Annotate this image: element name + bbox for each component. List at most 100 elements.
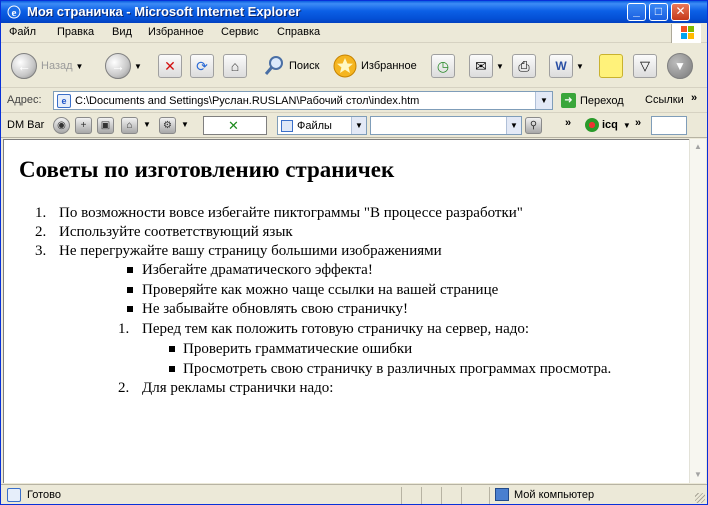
menu-edit[interactable]: Правка: [57, 26, 94, 38]
menu-help[interactable]: Справка: [277, 26, 320, 38]
bullet-icon: [169, 346, 175, 352]
forward-button[interactable]: → ▼: [105, 50, 142, 82]
address-url[interactable]: C:\Documents and Settings\Руслан.RUSLAN\…: [75, 95, 419, 107]
files-window-icon: [281, 120, 293, 132]
add-icon[interactable]: +: [75, 117, 92, 134]
notes-button[interactable]: [599, 50, 623, 82]
files-select-value: Файлы: [297, 120, 332, 132]
list-item: Используйте соответствующий язык: [59, 224, 293, 240]
globe-icon[interactable]: ◉: [53, 117, 70, 134]
resize-grip-icon[interactable]: [695, 493, 705, 503]
menu-tools[interactable]: Сервис: [221, 26, 259, 38]
icq-chevron-icon[interactable]: »: [635, 117, 641, 129]
icq-button[interactable]: icq ▼: [585, 118, 631, 132]
address-dropdown-icon[interactable]: ▼: [535, 92, 552, 109]
menu-favorites[interactable]: Избранное: [148, 26, 204, 38]
ol2-number-1: 1.: [118, 321, 130, 337]
status-divider: [489, 487, 490, 504]
stop-icon: ✕: [158, 54, 182, 78]
forward-dropdown-icon[interactable]: ▼: [134, 62, 142, 71]
ie-logo-icon: e: [7, 5, 21, 19]
links-button[interactable]: Ссылки: [645, 94, 684, 106]
favorites-button[interactable]: Избранное: [333, 50, 417, 82]
mail-dropdown-icon[interactable]: ▼: [496, 62, 504, 71]
close-button[interactable]: ✕: [671, 3, 690, 21]
ol-number-2: 2.: [35, 224, 47, 240]
search-label: Поиск: [289, 60, 320, 72]
dm-bar-label: DM Bar: [7, 119, 45, 131]
scroll-up-icon[interactable]: ▲: [690, 139, 706, 155]
favorites-label: Избранное: [361, 60, 417, 72]
minimize-button[interactable]: _: [627, 3, 646, 21]
scroll-down-icon[interactable]: ▼: [690, 467, 706, 483]
status-divider: [401, 487, 402, 504]
search-button[interactable]: Поиск: [263, 50, 319, 82]
title-bar: e Моя страничка - Microsoft Internet Exp…: [1, 1, 707, 23]
dm-dropdown-icon[interactable]: ▼: [143, 120, 151, 129]
back-button[interactable]: ← Назад ▼: [11, 50, 83, 82]
filter-button[interactable]: ▽: [633, 50, 657, 82]
search-icon: [264, 56, 283, 75]
home-icon: ⌂: [223, 54, 247, 78]
address-label: Адрес:: [7, 94, 42, 106]
search-dropdown-icon[interactable]: ▼: [506, 117, 521, 134]
dm-search-select[interactable]: ▼: [370, 116, 522, 135]
history-button[interactable]: ◷: [431, 50, 455, 82]
tools-icon[interactable]: ⚙: [159, 117, 176, 134]
home-button[interactable]: ⌂: [223, 50, 247, 82]
magnifier-icon[interactable]: ⚲: [525, 117, 542, 134]
links-chevron-icon[interactable]: »: [691, 92, 697, 104]
print-icon: ⎙: [512, 54, 536, 78]
shield-icon: ▼: [667, 53, 693, 79]
dm-toolbar: DM Bar ◉ + ▣ ⌂ ▼ ⚙ ▼ ✕ Файлы ▼ ▼ ⚲ » icq…: [1, 114, 707, 138]
list-item: Перед тем как положить готовую страничку…: [142, 321, 530, 337]
list-item: Не забывайте обновлять свою страничку!: [142, 301, 408, 317]
vertical-scrollbar[interactable]: ▲ ▼: [689, 139, 706, 483]
history-icon: ◷: [431, 54, 455, 78]
windows-flag-icon: [671, 24, 701, 43]
go-label: Переход: [580, 94, 624, 107]
tools-dropdown-icon[interactable]: ▼: [181, 120, 189, 129]
bullet-icon: [169, 366, 175, 372]
status-bar: Готово Мой компьютер: [1, 484, 707, 504]
files-dropdown-icon[interactable]: ▼: [351, 117, 366, 134]
edit-word-button[interactable]: W ▼: [549, 50, 584, 82]
address-bar: Адрес: e C:\Documents and Settings\Русла…: [1, 89, 707, 113]
files-select[interactable]: Файлы ▼: [277, 116, 367, 135]
status-divider: [421, 487, 422, 504]
sticky-note-icon: [599, 54, 623, 78]
icq-dropdown-icon[interactable]: ▼: [623, 121, 631, 130]
mail-button[interactable]: ✉ ▼: [469, 50, 504, 82]
dm-status-box[interactable]: ✕: [203, 116, 267, 135]
print-button[interactable]: ⎙: [512, 50, 536, 82]
window-icon[interactable]: ▣: [97, 117, 114, 134]
home-small-icon[interactable]: ⌂: [121, 117, 138, 134]
go-arrow-icon: ➜: [561, 93, 576, 108]
funnel-icon: ▽: [633, 54, 657, 78]
ol-number-1: 1.: [35, 205, 47, 221]
favorites-star-icon: [333, 54, 357, 78]
icq-input[interactable]: [651, 116, 687, 135]
address-field[interactable]: e C:\Documents and Settings\Руслан.RUSLA…: [53, 91, 553, 110]
word-icon: W: [549, 54, 573, 78]
ol2-number-2: 2.: [118, 380, 130, 396]
status-divider: [461, 487, 462, 504]
refresh-button[interactable]: ⟳: [190, 50, 214, 82]
list-item: Избегайте драматического эффекта!: [142, 262, 373, 278]
stop-button[interactable]: ✕: [158, 50, 182, 82]
dm-chevron-icon[interactable]: »: [565, 117, 571, 129]
refresh-icon: ⟳: [190, 54, 214, 78]
menu-view[interactable]: Вид: [112, 26, 132, 38]
list-item: Не перегружайте вашу страницу большими и…: [59, 243, 442, 259]
ol-number-3: 3.: [35, 243, 47, 259]
shield-button[interactable]: ▼: [667, 50, 693, 82]
edit-dropdown-icon[interactable]: ▼: [576, 62, 584, 71]
back-dropdown-icon[interactable]: ▼: [76, 62, 84, 71]
my-computer-icon: [495, 488, 509, 501]
menu-file[interactable]: Файл: [9, 26, 36, 38]
page-icon: e: [57, 94, 71, 108]
standard-toolbar: ← Назад ▼ → ▼ ✕ ⟳ ⌂ Поиск Избранное ◷ ✉ …: [1, 44, 707, 88]
status-divider: [441, 487, 442, 504]
go-button[interactable]: ➜ Переход: [561, 93, 624, 108]
maximize-button[interactable]: □: [649, 3, 668, 21]
